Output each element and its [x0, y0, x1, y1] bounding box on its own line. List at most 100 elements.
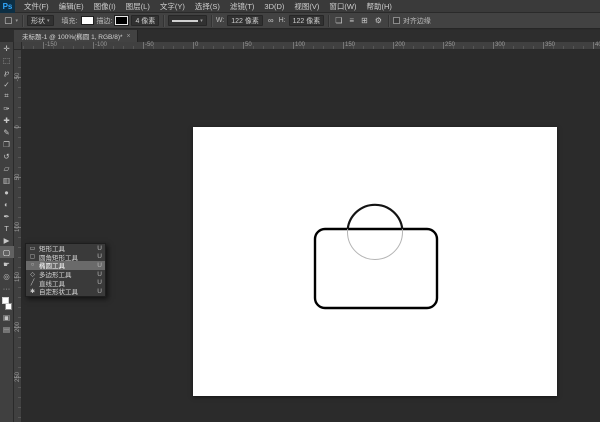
link-dimensions-icon[interactable]: ∞ [266, 16, 276, 25]
menu-3d[interactable]: 3D(D) [259, 0, 289, 13]
ellipse-top-arc [348, 205, 403, 229]
healing-brush-tool[interactable]: ✚ [0, 114, 14, 126]
path-operations-icon[interactable]: ❏ [333, 16, 344, 25]
stroke-color-swatch[interactable] [115, 16, 128, 25]
menu-view[interactable]: 视图(V) [289, 0, 324, 13]
align-edges-checkbox[interactable] [393, 17, 400, 24]
canvas-artwork [193, 127, 557, 396]
shape-width-input[interactable]: 122 像素 [227, 15, 263, 26]
menu-bar: Ps 文件(F) 编辑(E) 图像(I) 图层(L) 文字(Y) 选择(S) 滤… [0, 0, 600, 13]
hand-tool[interactable]: ☛ [0, 258, 14, 270]
ruler-label: -50 [145, 42, 154, 48]
menu-type[interactable]: 文字(Y) [155, 0, 190, 13]
rounded-rectangle-shape [315, 229, 437, 308]
width-label: W: [216, 17, 224, 24]
close-icon[interactable]: × [127, 33, 131, 40]
screen-mode-button[interactable]: ▤ [0, 323, 14, 335]
zoom-tool[interactable]: ◎ [0, 270, 14, 282]
shape-tool[interactable]: ▢ [0, 246, 14, 258]
ruler-label: 300 [495, 42, 505, 48]
menu-edit[interactable]: 编辑(E) [54, 0, 89, 13]
flyout-item-shortcut: U [97, 271, 102, 278]
move-tool[interactable]: ✛ [0, 42, 14, 54]
stroke-width-value: 4 像素 [135, 16, 155, 26]
stroke-style-select[interactable]: ▾ [168, 15, 207, 26]
color-swatches[interactable] [0, 296, 14, 311]
flyout-item-shortcut: U [97, 245, 102, 252]
document-title: 未标题-1 @ 100%(椭圆 1, RGB/8)* [22, 31, 123, 41]
ruler-origin-corner [14, 42, 22, 50]
menu-window[interactable]: 窗口(W) [324, 0, 361, 13]
ruler-label: 50 [15, 167, 21, 187]
quick-mask-button[interactable]: ▣ [0, 311, 14, 323]
rectangle-icon: ▭ [29, 245, 36, 252]
path-alignment-icon[interactable]: ≡ [347, 16, 356, 25]
canvas[interactable] [193, 127, 557, 396]
chevron-down-icon: ▾ [47, 18, 50, 24]
flyout-item-shortcut: U [97, 253, 102, 260]
align-edges-label: 对齐边缘 [403, 16, 431, 26]
ruler-label: 100 [295, 42, 305, 48]
ruler-label: 150 [15, 267, 21, 287]
quick-selection-tool[interactable]: ✓ [0, 78, 14, 90]
stroke-width-input[interactable]: 4 像素 [131, 15, 159, 26]
eraser-tool[interactable]: ▱ [0, 162, 14, 174]
tool-mode-value: 形状 [31, 16, 45, 26]
ruler-label: 150 [345, 42, 355, 48]
ruler-label: 0 [195, 42, 198, 48]
fill-color-swatch[interactable] [81, 16, 94, 25]
ruler-label: 200 [395, 42, 405, 48]
tool-mode-select[interactable]: 形状 ▾ [27, 15, 54, 26]
more-tools-button[interactable]: ··· [0, 282, 14, 294]
flyout-item-custom-shape-tool[interactable]: ✱ 自定形状工具 U [26, 287, 105, 296]
custom-shape-icon: ✱ [29, 288, 36, 295]
background-color-swatch[interactable] [5, 303, 12, 310]
eyedropper-tool[interactable]: ✑ [0, 102, 14, 114]
gear-icon[interactable]: ⚙ [373, 16, 384, 25]
history-brush-tool[interactable]: ↺ [0, 150, 14, 162]
chevron-down-icon: ▾ [16, 18, 19, 24]
chevron-down-icon: ▾ [200, 18, 203, 24]
flyout-item-shortcut: U [97, 262, 102, 269]
brush-tool[interactable]: ✎ [0, 126, 14, 138]
path-arrangement-icon[interactable]: ⊞ [359, 16, 370, 25]
ruler-label: -150 [45, 42, 57, 48]
type-tool[interactable]: T [0, 222, 14, 234]
foreground-color-swatch[interactable] [2, 297, 9, 304]
ruler-label: -50 [15, 67, 21, 87]
clone-stamp-tool[interactable]: ❐ [0, 138, 14, 150]
polygon-icon: ◇ [29, 271, 36, 278]
marquee-tool[interactable]: ⬚ [0, 54, 14, 66]
blur-tool[interactable]: ● [0, 186, 14, 198]
pen-tool[interactable]: ✒ [0, 210, 14, 222]
horizontal-ruler: -150 -100 -50 0 50 100 150 200 250 300 3… [22, 42, 600, 50]
menu-image[interactable]: 图像(I) [89, 0, 121, 13]
dodge-tool[interactable]: ◐ [0, 198, 14, 210]
ruler-label: 400 [595, 42, 600, 48]
menu-help[interactable]: 帮助(H) [362, 0, 397, 13]
flyout-item-shortcut: U [97, 288, 102, 295]
ruler-label: -100 [95, 42, 107, 48]
shape-width-value: 122 像素 [231, 16, 259, 26]
menu-filter[interactable]: 滤镜(T) [225, 0, 260, 13]
photoshop-logo: Ps [0, 0, 15, 13]
gradient-tool[interactable]: ▥ [0, 174, 14, 186]
rounded-rectangle-icon: ▢ [29, 253, 36, 260]
tool-preset-picker[interactable]: ▢ ▾ [0, 13, 22, 28]
shape-height-input[interactable]: 122 像素 [289, 15, 325, 26]
lasso-tool[interactable]: ℘ [0, 66, 14, 78]
document-tab[interactable]: 未标题-1 @ 100%(椭圆 1, RGB/8)* × [14, 30, 138, 42]
flyout-item-shortcut: U [97, 279, 102, 286]
ruler-label: 100 [15, 217, 21, 237]
shape-tools-flyout: ▭ 矩形工具 U ▢ 圆角矩形工具 U ○ 椭圆工具 U ◇ 多边形工具 U ╱… [25, 243, 106, 297]
ruler-label: 250 [15, 367, 21, 387]
ruler-label: 50 [245, 42, 252, 48]
path-selection-tool[interactable]: ▶ [0, 234, 14, 246]
menu-file[interactable]: 文件(F) [19, 0, 54, 13]
menu-select[interactable]: 选择(S) [190, 0, 225, 13]
crop-tool[interactable]: ⌗ [0, 90, 14, 102]
ruler-label: 350 [545, 42, 555, 48]
menu-layer[interactable]: 图层(L) [121, 0, 155, 13]
vertical-ruler: -50 0 50 100 150 200 250 [14, 50, 22, 422]
tool-options-bar: ▢ ▾ 形状 ▾ 填充: 描边: 4 像素 ▾ [0, 13, 600, 29]
